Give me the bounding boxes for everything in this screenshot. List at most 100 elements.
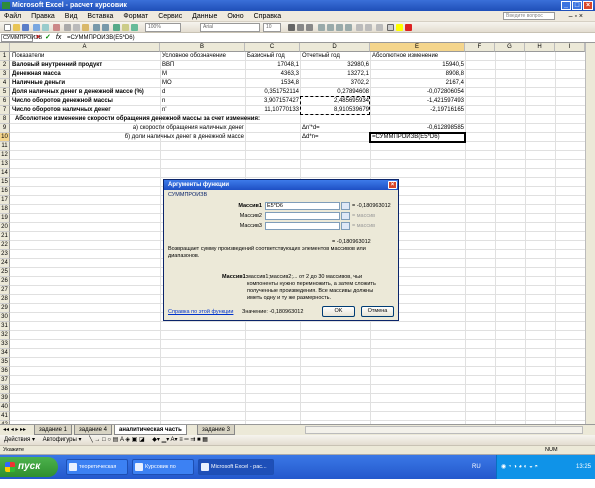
function-help-link[interactable]: Справка по этой функции — [168, 309, 233, 315]
open-icon[interactable] — [13, 24, 20, 31]
autoshapes-menu[interactable]: Автофигуры ▾ — [43, 437, 82, 443]
maximize-button[interactable]: □ — [572, 1, 582, 10]
column-header-h[interactable]: H — [525, 43, 555, 52]
save-icon[interactable] — [22, 24, 29, 31]
header-symbol[interactable]: Условное обозначение — [161, 52, 227, 61]
indent-icon[interactable] — [376, 24, 383, 31]
document-window-controls[interactable]: – ▫ × — [569, 11, 583, 22]
align-left-icon[interactable] — [318, 24, 325, 31]
zoom-combo[interactable]: 100% — [145, 23, 181, 32]
row10-label[interactable]: б) доли наличных денег в денежной массе — [10, 133, 245, 142]
row-header[interactable]: 35 — [0, 358, 10, 367]
close-button[interactable]: × — [583, 1, 593, 10]
row-header[interactable]: 8 — [0, 115, 10, 124]
table-cell[interactable]: 3,907157427 — [245, 97, 300, 106]
section-heading[interactable]: Абсолютное изменение скорости обращения … — [14, 115, 261, 124]
row-header[interactable]: 15 — [0, 178, 10, 187]
row-header[interactable]: 12 — [0, 151, 10, 160]
table-cell[interactable]: 32980,6 — [300, 61, 370, 70]
row-header[interactable]: 1 — [0, 52, 10, 61]
table-cell[interactable]: d — [161, 88, 166, 97]
name-box[interactable]: СУММПРОИЗВ — [1, 34, 42, 42]
tab-task-3[interactable]: задание 3 — [197, 425, 235, 435]
row-header[interactable]: 25 — [0, 268, 10, 277]
table-cell[interactable]: n' — [161, 106, 167, 115]
table-cell[interactable]: М — [161, 70, 168, 79]
bold-icon[interactable] — [288, 24, 295, 31]
print-icon[interactable] — [33, 24, 40, 31]
row-header[interactable]: 41 — [0, 412, 10, 421]
row-header[interactable]: 9 — [0, 124, 10, 133]
italic-icon[interactable] — [297, 24, 304, 31]
row-header[interactable]: 39 — [0, 394, 10, 403]
tray-icons[interactable]: ◉ ◔ ◑ ◕ ◐ ◒ ◓ — [501, 464, 538, 470]
table-row-label[interactable]: Валовый внутренний продукт — [11, 61, 103, 70]
row-header[interactable]: 36 — [0, 367, 10, 376]
preview-icon[interactable] — [42, 24, 49, 31]
table-cell[interactable]: -0,072806054 — [370, 88, 465, 97]
row-header[interactable]: 24 — [0, 259, 10, 268]
confirm-formula-icon[interactable]: ✓ — [45, 34, 51, 41]
table-cell[interactable]: МО — [161, 79, 173, 88]
row-header[interactable]: 28 — [0, 295, 10, 304]
menu-edit[interactable]: Правка — [31, 13, 55, 20]
insert-function-icon[interactable]: fx — [56, 34, 61, 41]
row-header[interactable]: 34 — [0, 349, 10, 358]
table-row-label[interactable]: Денежная масса — [11, 70, 62, 79]
minimize-button[interactable]: _ — [561, 1, 571, 10]
help-search-input[interactable]: Введите вопрос — [503, 12, 555, 20]
row-header[interactable]: 37 — [0, 376, 10, 385]
percent-icon[interactable] — [356, 24, 363, 31]
chart-wizard-icon[interactable] — [131, 24, 138, 31]
align-right-icon[interactable] — [336, 24, 343, 31]
row-header[interactable]: 6 — [0, 97, 10, 106]
column-header-e[interactable]: E — [370, 43, 465, 52]
table-row-label[interactable]: Наличные деньги — [11, 79, 66, 88]
table-row-label[interactable]: Доля наличных денег в денежной массе (%) — [11, 88, 145, 97]
row-header[interactable]: 21 — [0, 232, 10, 241]
column-header-d[interactable]: D — [300, 43, 370, 52]
column-header-a[interactable]: A — [10, 43, 160, 52]
menu-window[interactable]: Окно — [227, 13, 243, 20]
column-header-b[interactable]: B — [160, 43, 245, 52]
row-header[interactable]: 32 — [0, 331, 10, 340]
row-header[interactable]: 5 — [0, 88, 10, 97]
table-row-label[interactable]: Число оборотов денежной массы — [11, 97, 114, 106]
font-combo[interactable]: Arial — [200, 23, 260, 32]
table-cell[interactable]: -2,19716165 — [370, 106, 465, 115]
collapse-dialog-icon[interactable] — [341, 212, 350, 220]
table-cell[interactable]: 2167,4 — [370, 79, 465, 88]
table-cell[interactable]: 3702,2 — [300, 79, 370, 88]
spelling-icon[interactable] — [53, 24, 60, 31]
row-header[interactable]: 4 — [0, 79, 10, 88]
header-indicators[interactable]: Показатели — [11, 52, 45, 61]
row-header[interactable]: 3 — [0, 70, 10, 79]
copy-icon[interactable] — [73, 24, 80, 31]
cancel-formula-icon[interactable]: × — [36, 34, 40, 41]
row9-symbol[interactable]: Δn'*d= — [301, 124, 321, 133]
table-cell[interactable]: 17048,1 — [245, 61, 300, 70]
row-header[interactable]: 18 — [0, 205, 10, 214]
table-row-label[interactable]: Число оборотов наличных денег — [11, 106, 112, 115]
table-cell[interactable]: 11,10770133 — [245, 106, 300, 115]
row-header[interactable]: 19 — [0, 214, 10, 223]
menu-format[interactable]: Формат — [123, 13, 148, 20]
row9-label[interactable]: а) скорости обращения наличных денег — [10, 124, 245, 133]
menu-file[interactable]: Файл — [4, 13, 21, 20]
row-header[interactable]: 16 — [0, 187, 10, 196]
paste-icon[interactable] — [82, 24, 89, 31]
table-cell[interactable]: 0,351752114 — [245, 88, 300, 97]
tab-task-1[interactable]: задание 1 — [34, 425, 72, 435]
row-header[interactable]: 22 — [0, 241, 10, 250]
row-header[interactable]: 11 — [0, 142, 10, 151]
font-size-combo[interactable]: 10 — [263, 23, 281, 32]
row-header[interactable]: 30 — [0, 313, 10, 322]
task-excel[interactable]: Microsoft Excel - рас... — [198, 459, 274, 475]
task-coursework[interactable]: Курсовик по статис... — [132, 459, 194, 484]
array3-input[interactable] — [265, 222, 340, 230]
tab-task-4[interactable]: задание 4 — [74, 425, 112, 435]
merge-icon[interactable] — [345, 24, 352, 31]
table-cell[interactable]: 8908,8 — [370, 70, 465, 79]
menu-tools[interactable]: Сервис — [158, 13, 182, 20]
tab-analytical[interactable]: аналитическая часть — [114, 425, 187, 435]
